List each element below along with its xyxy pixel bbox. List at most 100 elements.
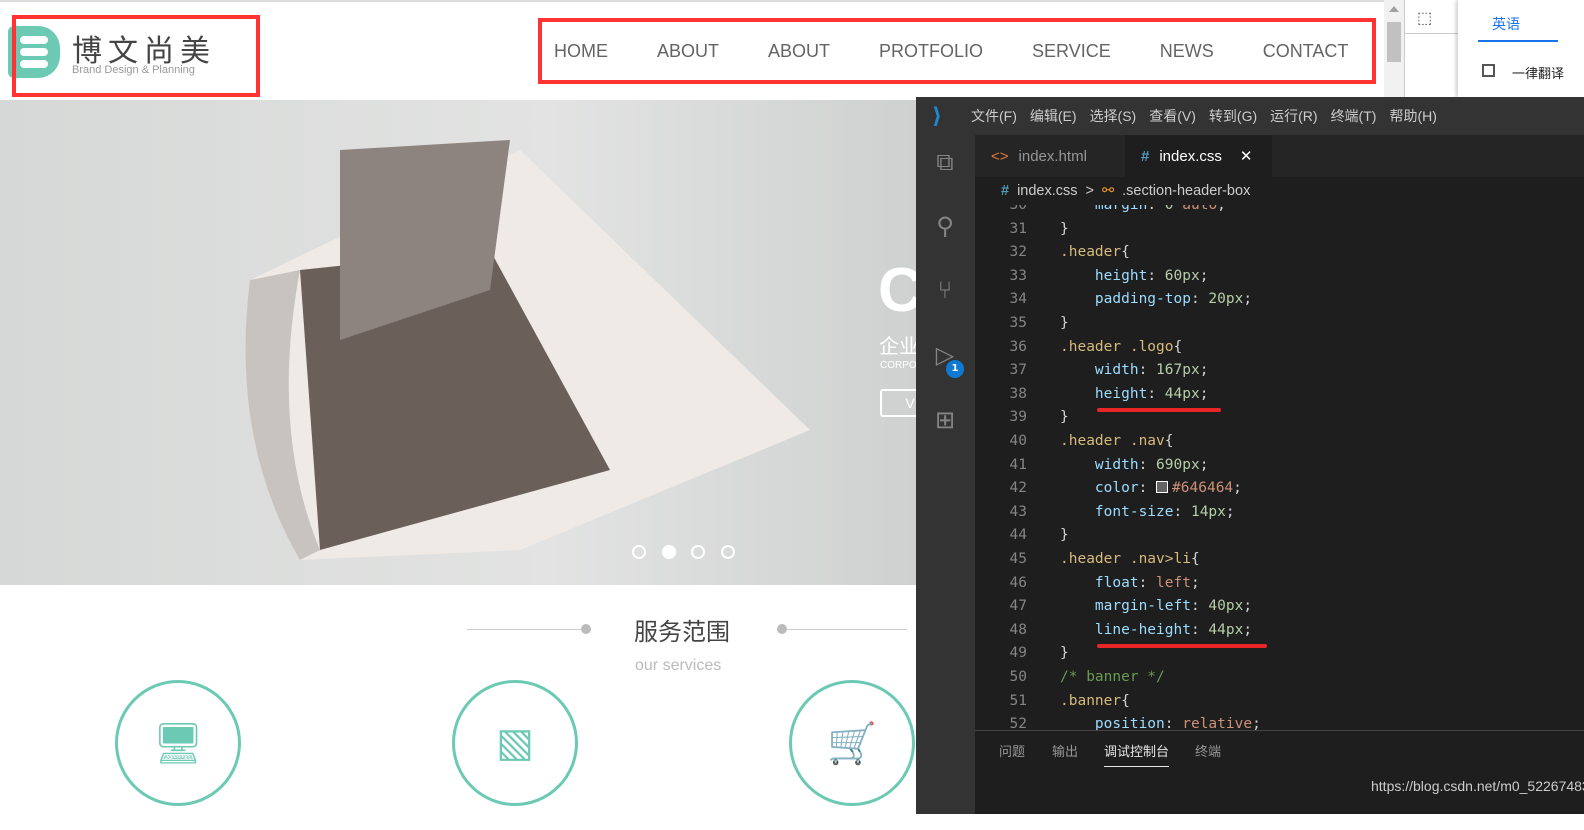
code-token: 167px (1156, 362, 1200, 379)
monitor-devices-icon[interactable]: 🖥 (115, 680, 241, 806)
menu-terminal[interactable]: 终端(T) (1331, 106, 1377, 126)
code-token: : (1138, 480, 1157, 497)
code-line: font-size: 14px; (1060, 504, 1235, 520)
code-token: 60px (1164, 267, 1200, 284)
code-token: : (1190, 598, 1209, 615)
line-number: 45 (1009, 551, 1027, 567)
code-token: } (1060, 527, 1069, 544)
menu-file[interactable]: 文件(F) (971, 106, 1017, 126)
code-token: ; (1243, 598, 1253, 615)
code-token: { (1190, 551, 1200, 567)
line-number: 31 (1009, 220, 1027, 237)
line-number: 51 (1009, 692, 1027, 709)
nav-news[interactable]: NEWS (1160, 41, 1214, 62)
code-line: width: 167px; (1060, 362, 1209, 379)
code-token: : (1190, 291, 1209, 308)
code-token: width (1060, 456, 1139, 473)
line-number: 38 (1009, 385, 1027, 402)
code-line: } (1060, 645, 1069, 661)
scroll-thumb[interactable] (1387, 22, 1401, 62)
shopping-cart-icon[interactable]: 🛒 (789, 680, 915, 806)
inspect-element-icon[interactable]: ⬚ (1417, 8, 1432, 28)
nav-home[interactable]: HOME (554, 41, 608, 62)
menu-help[interactable]: 帮助(H) (1389, 106, 1436, 126)
breadcrumb: # index.css > ⚯ .section-header-box (975, 177, 1584, 205)
menu-run[interactable]: 运行(R) (1270, 106, 1317, 126)
code-token: ; (1243, 291, 1253, 308)
line-number: 50 (1009, 669, 1027, 685)
chevron-right-icon: > (1085, 183, 1094, 199)
nav-service[interactable]: SERVICE (1032, 41, 1111, 62)
breadcrumb-file[interactable]: index.css (1017, 183, 1077, 199)
line-number: 46 (1009, 574, 1027, 591)
code-line: color: #646464; (1060, 480, 1242, 496)
code-token: ; (1199, 456, 1209, 473)
code-token: margin (1060, 205, 1148, 213)
code-token: ; (1243, 621, 1253, 638)
code-token: } (1060, 315, 1069, 331)
code-line: width: 690px; (1060, 456, 1209, 473)
code-token: #646464 (1172, 480, 1234, 497)
code-line: line-height: 44px; (1060, 622, 1252, 638)
divider (467, 629, 587, 630)
code-token: .header .logo (1060, 338, 1174, 355)
panel-tab-output[interactable]: 输出 (1052, 741, 1078, 760)
menu-selection[interactable]: 选择(S) (1090, 106, 1137, 126)
panel-tab-terminal[interactable]: 终端 (1195, 741, 1221, 760)
explorer-icon[interactable]: ⧉ (930, 147, 960, 177)
services-title: 服务范围 (634, 619, 730, 646)
line-number: 41 (1009, 456, 1027, 473)
menu-go[interactable]: 转到(G) (1209, 106, 1257, 126)
scroll-up-icon[interactable] (1389, 6, 1399, 12)
source-control-icon[interactable]: ⑂ (930, 275, 960, 305)
tab-index-css[interactable]: # index.css ✕ (1125, 135, 1272, 177)
code-token: : (1147, 267, 1165, 284)
code-token: padding-top (1060, 291, 1191, 308)
code-line: .header{ (1060, 244, 1130, 260)
code-token: auto (1182, 205, 1218, 213)
code-line: padding-top: 20px; (1060, 291, 1252, 307)
banner-subtitle: 企业 (879, 336, 919, 358)
bottom-panel: 问题 输出 调试控制台 终端 https://blog.csdn.net/m0_… (975, 730, 1584, 814)
tab-index-html[interactable]: <> index.html (975, 135, 1125, 177)
code-token: : (1138, 362, 1157, 379)
code-token: { (1164, 433, 1174, 449)
menu-edit[interactable]: 编辑(E) (1030, 106, 1077, 126)
line-number: 48 (1009, 621, 1027, 638)
line-number: 42 (1009, 480, 1027, 497)
panel-tab-problems[interactable]: 问题 (999, 741, 1025, 760)
nav-portfolio[interactable]: PROTFOLIO (879, 41, 983, 62)
nav-about-2[interactable]: ABOUT (768, 41, 830, 62)
line-number: 39 (1009, 409, 1027, 426)
line-number: 36 (1009, 338, 1027, 355)
extensions-icon[interactable]: ⊞ (930, 405, 960, 435)
code-line: float: left; (1060, 575, 1200, 591)
code-token: } (1060, 220, 1069, 237)
magazine-image (245, 140, 810, 560)
code-token: 690px (1156, 456, 1200, 473)
nav-contact[interactable]: CONTACT (1263, 41, 1349, 62)
slide-dot-active[interactable] (662, 545, 676, 559)
code-line: } (1060, 221, 1069, 237)
menu-view[interactable]: 查看(V) (1149, 106, 1196, 126)
slide-dot[interactable] (721, 545, 735, 559)
vscode-window: ⟩ 文件(F) 编辑(E) 选择(S) 查看(V) 转到(G) 运行(R) 终端… (916, 97, 1584, 814)
line-number: 35 (1009, 315, 1027, 331)
gallery-icon[interactable]: ▧ (452, 680, 578, 806)
nav-about[interactable]: ABOUT (657, 41, 719, 62)
language-tab[interactable]: 英语 (1492, 14, 1520, 34)
breadcrumb-symbol[interactable]: .section-header-box (1122, 183, 1250, 199)
code-token: font-size (1060, 503, 1174, 520)
code-token: : (1173, 503, 1191, 520)
close-icon[interactable]: ✕ (1240, 147, 1253, 165)
divider-dot (581, 624, 591, 634)
panel-tab-debug-console[interactable]: 调试控制台 (1104, 741, 1170, 767)
code-token: } (1060, 409, 1069, 426)
slide-dot[interactable] (691, 545, 705, 559)
search-icon[interactable]: ⚲ (930, 211, 960, 241)
translate-popup: 英语 一律翻译 (1458, 0, 1584, 97)
always-translate-checkbox[interactable] (1482, 64, 1495, 77)
slide-dot[interactable] (632, 545, 646, 559)
code-token: 40px (1208, 598, 1244, 615)
code-token: : (1147, 205, 1165, 213)
